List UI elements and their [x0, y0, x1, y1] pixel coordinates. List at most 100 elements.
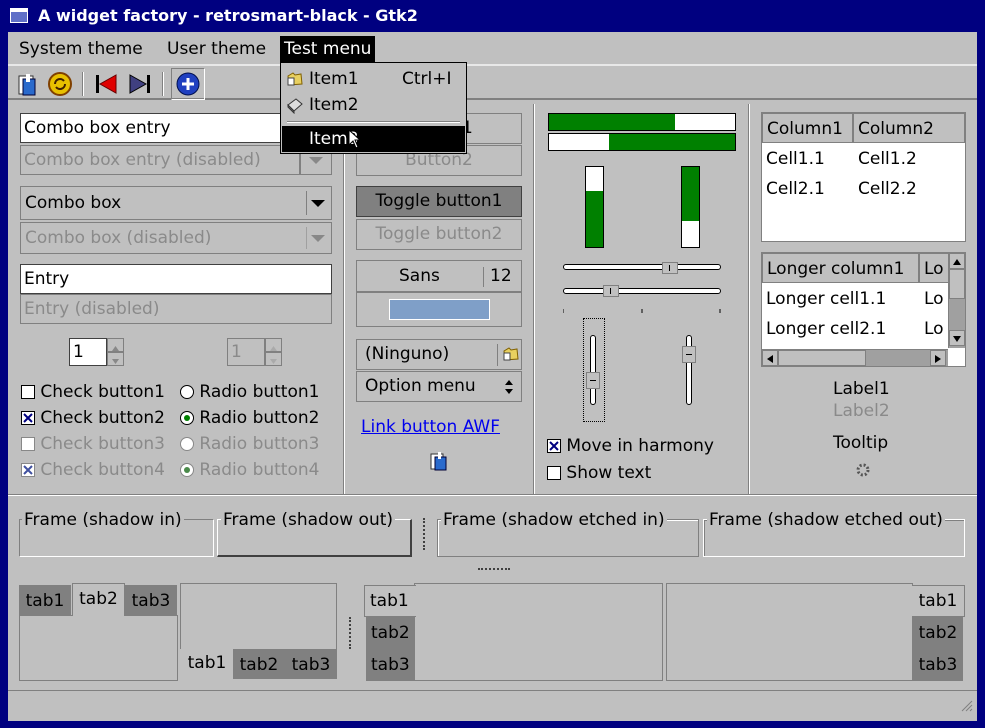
- paned-handle[interactable]: [423, 518, 427, 550]
- column-header[interactable]: Column1: [762, 113, 853, 143]
- column-header[interactable]: Lo: [919, 253, 949, 283]
- tree-cell[interactable]: Cell2.1: [766, 179, 825, 199]
- check-button-label: Check button3: [40, 434, 165, 454]
- scale-thumb[interactable]: [662, 262, 678, 274]
- tree-cell[interactable]: Cell2.2: [858, 179, 917, 199]
- menu-item-1[interactable]: Item1 Ctrl+I: [282, 66, 465, 92]
- checkbox-checked[interactable]: [21, 411, 35, 425]
- column-header[interactable]: Longer column1: [762, 253, 919, 283]
- scroll-right-button[interactable]: [930, 350, 946, 366]
- scale-vertical-1[interactable]: [590, 335, 596, 405]
- menu-test-menu[interactable]: Test menu: [280, 36, 376, 62]
- combo-box-entry-input[interactable]: Combo box entry: [20, 113, 312, 143]
- scroll-left-button[interactable]: [762, 350, 778, 366]
- scrollbar-thumb[interactable]: [778, 350, 866, 366]
- spin-button-disabled-input: 1: [227, 338, 265, 366]
- check-button-1[interactable]: Check button1: [21, 382, 165, 402]
- option-menu[interactable]: Option menu: [356, 371, 522, 402]
- spin-button-input[interactable]: 1: [69, 338, 107, 366]
- tab-2[interactable]: tab2: [233, 649, 285, 679]
- file-chooser-button[interactable]: (Ninguno): [356, 339, 522, 370]
- scale-horizontal-1[interactable]: [563, 264, 721, 270]
- progress-bar-vertical-1: [585, 166, 604, 248]
- toggle-button-1[interactable]: Toggle button1: [356, 186, 522, 217]
- checkbox-checked: [21, 463, 35, 477]
- scale-thumb[interactable]: [603, 285, 619, 297]
- entry-input[interactable]: Entry: [20, 264, 332, 294]
- progress-bar-horizontal-1: [548, 113, 736, 131]
- menu-system-theme[interactable]: System theme: [15, 36, 147, 62]
- tab-2[interactable]: tab2: [72, 583, 125, 616]
- scrollbar-thumb[interactable]: [949, 269, 965, 299]
- radio-selected[interactable]: [180, 411, 194, 425]
- check-button-2[interactable]: Check button2: [21, 408, 165, 428]
- title-bar[interactable]: A widget factory - retrosmart-black - Gt…: [0, 0, 985, 32]
- chevron-down-icon: [309, 157, 323, 164]
- tree-cell[interactable]: Lo: [924, 289, 944, 309]
- tab-2[interactable]: tab2: [913, 617, 963, 649]
- tree-cell[interactable]: Cell1.1: [766, 149, 825, 169]
- menu-item-2[interactable]: Item2: [282, 92, 465, 118]
- frame-shadow-etched-in: Frame (shadow etched in): [437, 510, 699, 557]
- scale-horizontal-2[interactable]: [563, 288, 721, 294]
- tooltip-label[interactable]: Tooltip: [833, 433, 888, 453]
- checkbox-checked[interactable]: [547, 439, 561, 453]
- checkbox-unchecked[interactable]: [547, 466, 561, 480]
- tree-cell[interactable]: Lo: [924, 319, 944, 339]
- chevron-down-icon: [311, 235, 325, 242]
- spin-up-button[interactable]: [107, 338, 124, 352]
- resize-grip-icon[interactable]: [959, 697, 973, 717]
- window-icon[interactable]: [10, 8, 28, 23]
- tab-1[interactable]: tab1: [181, 648, 233, 680]
- show-text-check[interactable]: Show text: [547, 463, 651, 483]
- entry-disabled-input: Entry (disabled): [20, 294, 332, 324]
- column-header[interactable]: Column2: [853, 113, 965, 143]
- scroll-down-button[interactable]: [949, 330, 965, 346]
- color-button[interactable]: [356, 292, 522, 327]
- color-swatch: [389, 299, 490, 320]
- tree-cell[interactable]: Longer cell2.1: [766, 319, 886, 339]
- tab-1[interactable]: tab1: [364, 585, 416, 617]
- spin-down-button[interactable]: [107, 352, 124, 366]
- radio-unselected[interactable]: [180, 385, 194, 399]
- combo-box[interactable]: Combo box: [20, 186, 332, 220]
- next-icon[interactable]: [126, 70, 154, 98]
- menu-user-theme[interactable]: User theme: [163, 36, 270, 62]
- add-icon[interactable]: [171, 68, 205, 100]
- paned-handle-horizontal[interactable]: [478, 568, 510, 571]
- menu-item-label: Item1: [309, 69, 359, 89]
- tab-3[interactable]: tab3: [913, 649, 963, 681]
- option-menu-label: Option menu: [365, 376, 476, 396]
- font-button[interactable]: Sans 12: [356, 260, 522, 292]
- paned-handle[interactable]: [349, 617, 353, 649]
- radio-button-2[interactable]: Radio button2: [180, 408, 319, 428]
- tree-cell[interactable]: Longer cell1.1: [766, 289, 886, 309]
- tab-3[interactable]: tab3: [285, 649, 337, 679]
- checkbox-unchecked[interactable]: [21, 385, 35, 399]
- tree-cell[interactable]: Cell1.2: [858, 149, 917, 169]
- refresh-icon[interactable]: [46, 70, 74, 98]
- scroll-up-button[interactable]: [949, 253, 965, 269]
- frame-shadow-out: Frame (shadow out): [217, 510, 412, 557]
- tab-3[interactable]: tab3: [366, 649, 414, 681]
- tree-view-2[interactable]: Longer column1 Lo Longer cell1.1 Lo Long…: [761, 252, 966, 367]
- previous-icon[interactable]: [92, 70, 120, 98]
- tab-1[interactable]: tab1: [912, 585, 965, 617]
- link-button[interactable]: Link button AWF: [361, 417, 500, 437]
- tab-1[interactable]: tab1: [19, 585, 71, 615]
- menu-item-3[interactable]: Item3: [282, 126, 465, 152]
- font-size: 12: [490, 266, 512, 286]
- radio-button-1[interactable]: Radio button1: [180, 382, 319, 402]
- move-in-harmony-check[interactable]: Move in harmony: [547, 436, 714, 456]
- scale-thumb[interactable]: [586, 372, 600, 389]
- tree-view-1[interactable]: Column1 Column2 Cell1.1 Cell1.2 Cell2.1 …: [761, 112, 966, 242]
- notebook-bottom: [180, 583, 337, 649]
- tab-3[interactable]: tab3: [125, 585, 177, 615]
- tab-2[interactable]: tab2: [366, 617, 414, 649]
- font-name: Sans: [399, 266, 440, 286]
- horizontal-scrollbar[interactable]: [762, 349, 948, 366]
- radio-button-label: Radio button3: [199, 434, 320, 454]
- open-file-icon[interactable]: [14, 70, 42, 98]
- vertical-scrollbar[interactable]: [948, 253, 965, 348]
- scale-thumb[interactable]: [682, 346, 696, 363]
